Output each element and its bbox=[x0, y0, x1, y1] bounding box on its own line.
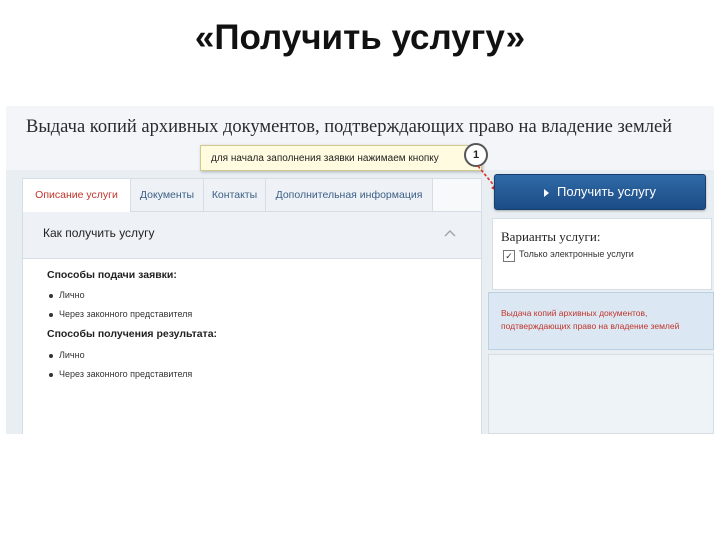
service-title: Выдача копий архивных документов, подтве… bbox=[26, 117, 673, 137]
sidebar-empty-area bbox=[488, 354, 714, 434]
list-item: Лично bbox=[49, 290, 85, 300]
accordion-title: Как получить услугу bbox=[43, 226, 155, 240]
tab-bar: Описание услуги Документы Контакты Допол… bbox=[23, 179, 481, 212]
service-variants-box: Варианты услуги: ✓ Только электронные ус… bbox=[492, 218, 712, 290]
chevron-up-icon[interactable] bbox=[443, 226, 457, 240]
list-item: Через законного представителя bbox=[49, 309, 192, 319]
accordion-content: Способы подачи заявки: Лично Через закон… bbox=[23, 259, 481, 434]
get-service-button[interactable]: Получить услугу bbox=[494, 174, 706, 210]
list-item: Лично bbox=[49, 350, 85, 360]
service-info-panel: Описание услуги Документы Контакты Допол… bbox=[22, 178, 482, 434]
accordion-how-to-get[interactable]: Как получить услугу bbox=[23, 212, 481, 259]
play-icon bbox=[544, 188, 550, 197]
service-variant-item[interactable]: Выдача копий архивных документов, подтве… bbox=[488, 292, 714, 350]
portal-screenshot: Выдача копий архивных документов, подтве… bbox=[6, 106, 714, 434]
tab-additional-info[interactable]: Дополнительная информация bbox=[266, 179, 433, 211]
submission-methods-title: Способы подачи заявки: bbox=[47, 269, 177, 281]
variants-title: Варианты услуги: bbox=[501, 229, 601, 244]
tab-documents[interactable]: Документы bbox=[131, 179, 204, 211]
tab-contacts[interactable]: Контакты bbox=[204, 179, 266, 211]
result-methods-title: Способы получения результата: bbox=[47, 328, 218, 340]
list-item: Через законного представителя bbox=[49, 369, 192, 379]
hint-text: для начала заполнения заявки нажимаем кн… bbox=[211, 153, 439, 164]
tab-description[interactable]: Описание услуги bbox=[23, 179, 131, 212]
hint-callout: для начала заполнения заявки нажимаем кн… bbox=[200, 145, 482, 171]
slide-title: «Получить услугу» bbox=[194, 18, 526, 57]
electronic-only-checkbox[interactable]: ✓ bbox=[503, 250, 515, 262]
service-variant-link[interactable]: Выдача копий архивных документов, подтве… bbox=[501, 307, 706, 333]
right-sidebar: Получить услугу Варианты услуги: ✓ Тольк… bbox=[488, 170, 714, 434]
electronic-only-label: Только электронные услуги bbox=[519, 249, 634, 259]
